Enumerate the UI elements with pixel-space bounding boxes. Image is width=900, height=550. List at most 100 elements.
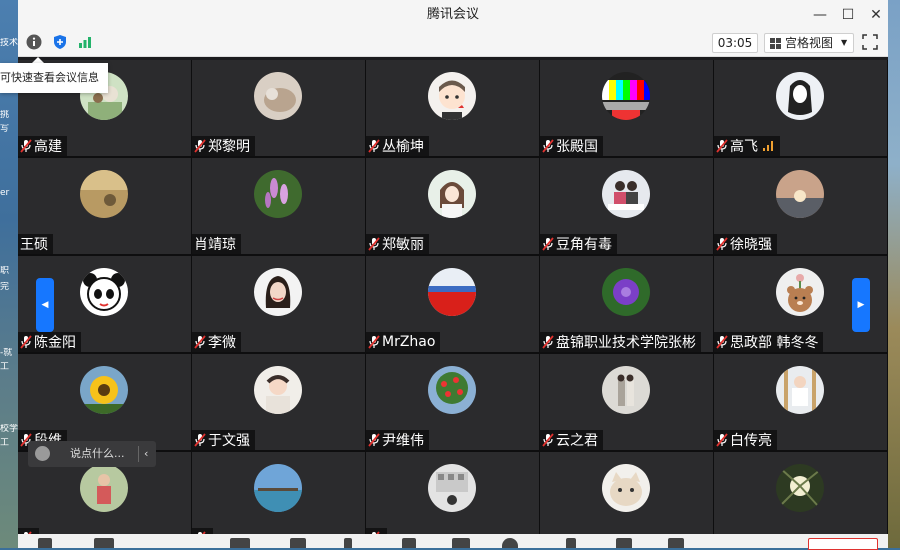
- mic-control-icon[interactable]: [38, 538, 52, 548]
- participant-tile[interactable]: 郑敏丽: [366, 158, 539, 254]
- participant-tile[interactable]: 肖靖琼: [192, 158, 365, 254]
- avatar: [80, 464, 128, 512]
- participant-tile[interactable]: 张殿国: [540, 60, 713, 156]
- participant-name: 白传亮: [730, 433, 772, 449]
- participant-tile[interactable]: 王硕: [18, 158, 191, 254]
- participant-name-bar: 陈金阳: [18, 332, 81, 352]
- chat-input-bar[interactable]: 说点什么... ‹: [28, 441, 156, 467]
- participant-name-bar: 豆角有毒: [540, 234, 617, 254]
- desktop-icon-label: -就: [0, 348, 13, 358]
- participant-name-bar: 思政部 韩冬冬: [714, 332, 824, 352]
- network-signal-icon[interactable]: [76, 33, 94, 51]
- meeting-info-tooltip: 可快速查看会议信息: [0, 63, 108, 93]
- security-control-icon[interactable]: [290, 538, 306, 548]
- avatar: [428, 72, 476, 120]
- muted-mic-icon: [716, 237, 728, 251]
- participant-tile[interactable]: 郑黎明: [192, 60, 365, 156]
- screen-share-icon[interactable]: [230, 538, 250, 548]
- close-button[interactable]: ✕: [860, 0, 892, 30]
- participant-name-bar: 李微: [192, 332, 241, 352]
- participant-tile[interactable]: 于文强: [192, 354, 365, 450]
- participant-tile[interactable]: 豆角有毒: [540, 158, 713, 254]
- meeting-info-icon[interactable]: [25, 33, 43, 51]
- avatar: [80, 366, 128, 414]
- participant-name-bar: 徐晓强: [714, 234, 777, 254]
- avatar: [254, 72, 302, 120]
- participant-name: 肖靖琼: [194, 237, 236, 253]
- participant-tile[interactable]: 李微: [192, 256, 365, 352]
- participant-name-bar: 尹维伟: [366, 430, 429, 450]
- participant-name-bar: 张殿国: [540, 136, 603, 156]
- avatar: [254, 464, 302, 512]
- more-control-icon[interactable]: [668, 538, 684, 548]
- record-control-icon[interactable]: [502, 538, 518, 548]
- participant-name: 郑敏丽: [382, 237, 424, 253]
- muted-mic-icon: [542, 139, 554, 153]
- security-shield-icon[interactable]: [51, 33, 69, 51]
- muted-mic-icon: [194, 139, 206, 153]
- grid-view-icon: [770, 38, 781, 49]
- avatar: [602, 72, 650, 120]
- chat-control-icon[interactable]: [402, 538, 416, 548]
- participant-name: 于文强: [208, 433, 250, 449]
- desktop-icon-label: 职: [0, 266, 10, 276]
- avatar: [254, 170, 302, 218]
- leave-meeting-button[interactable]: [808, 538, 878, 550]
- participant-name-bar: MrZhao: [366, 332, 441, 352]
- participant-name: 郑黎明: [208, 139, 250, 155]
- participant-name: 思政部 韩冬冬: [730, 335, 819, 351]
- meeting-timer: 03:05: [712, 33, 758, 53]
- collapse-chat-icon[interactable]: ‹: [144, 441, 148, 467]
- members-control-icon[interactable]: [344, 538, 352, 548]
- desktop-icon-label: 工: [0, 438, 10, 448]
- participant-tile[interactable]: 高飞: [714, 60, 887, 156]
- participant-name: 王硕: [20, 237, 48, 253]
- muted-mic-icon: [716, 139, 728, 153]
- participant-tile[interactable]: 云之君: [540, 354, 713, 450]
- window-title: 腾讯会议: [426, 7, 479, 22]
- muted-mic-icon: [194, 335, 206, 349]
- participant-tile[interactable]: 白传亮: [714, 354, 887, 450]
- avatar: [80, 268, 128, 316]
- participant-name: 尹维伟: [382, 433, 424, 449]
- apps-control-icon[interactable]: [566, 538, 576, 548]
- avatar: [428, 268, 476, 316]
- camera-control-icon[interactable]: [94, 538, 114, 548]
- avatar: [776, 170, 824, 218]
- avatar: [428, 366, 476, 414]
- participant-name: 徐晓强: [730, 237, 772, 253]
- participant-tile[interactable]: 盘锦职业技术学院张彬: [540, 256, 713, 352]
- participant-tile[interactable]: 段维: [18, 354, 191, 450]
- emoji-icon[interactable]: [35, 446, 50, 461]
- muted-mic-icon: [368, 433, 380, 447]
- participant-name-bar: 于文强: [192, 430, 255, 450]
- avatar: [776, 464, 824, 512]
- chat-placeholder: 说点什么...: [70, 447, 125, 460]
- participant-tile[interactable]: MrZhao: [366, 256, 539, 352]
- participant-name-bar: 高飞: [714, 136, 780, 156]
- desktop-icon-label: er: [0, 188, 10, 198]
- title-bar: 腾讯会议 — ☐ ✕: [18, 0, 888, 30]
- grid-view-dropdown[interactable]: 宫格视图 ▼: [764, 33, 854, 53]
- fullscreen-icon[interactable]: [862, 34, 878, 50]
- avatar: [776, 268, 824, 316]
- participant-tile[interactable]: 尹维伟: [366, 354, 539, 450]
- next-page-button[interactable]: ▶: [852, 278, 870, 332]
- video-grid: 高建 郑黎明 丛榆坤 张殿国 高飞 王硕 肖靖琼 郑敏丽 豆角有毒 徐晓强 陈金阳 李微 MrZhao 盘…: [18, 60, 888, 548]
- prev-page-button[interactable]: ◀: [36, 278, 54, 332]
- muted-mic-icon: [542, 433, 554, 447]
- desktop-icon-label: 校学: [0, 424, 18, 434]
- participant-tile[interactable]: 丛榆坤: [366, 60, 539, 156]
- participant-tile[interactable]: 徐晓强: [714, 158, 887, 254]
- participant-name: 丛榆坤: [382, 139, 424, 155]
- muted-mic-icon: [716, 335, 728, 349]
- tencent-meeting-window: 腾讯会议 — ☐ ✕ 03:05 宫格视图 ▼ 可快速查看会议信息 高建 郑黎明 丛…: [0, 0, 888, 550]
- avatar: [428, 464, 476, 512]
- chevron-down-icon: ▼: [841, 38, 848, 47]
- settings-control-icon[interactable]: [616, 538, 632, 548]
- bottom-control-bar: [18, 534, 888, 550]
- participant-name: 豆角有毒: [556, 237, 612, 253]
- participant-name-bar: 郑黎明: [192, 136, 255, 156]
- invite-control-icon[interactable]: [452, 538, 470, 548]
- signal-strength-icon: [763, 141, 775, 151]
